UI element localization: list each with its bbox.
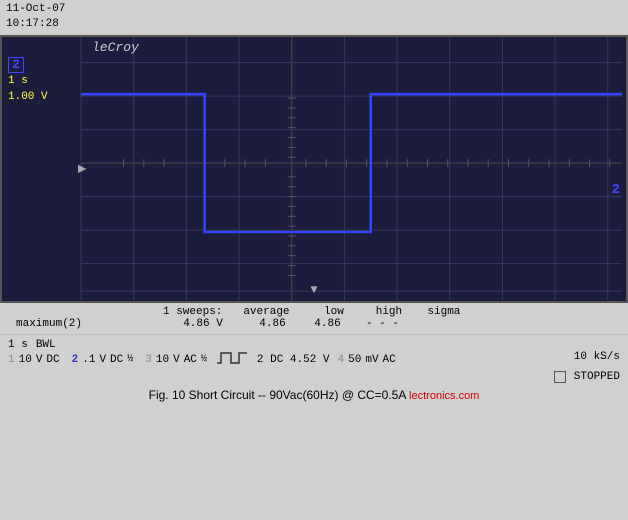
status-row: STOPPED (8, 371, 620, 383)
ch2-voltage: .1 (82, 354, 95, 366)
sweeps-label: 1 sweeps: (163, 306, 222, 318)
timebase-value: 1 s BWL (8, 339, 56, 351)
ch2-coupling: DC (110, 354, 123, 366)
channel-info-overlay: 2 1 s 1.00 V (8, 57, 48, 106)
bwl-label: BWL (36, 339, 56, 351)
average-header: average (226, 306, 306, 318)
scope-outer: 2 1 s 1.00 V leCroy ▶ ▼ 2 (0, 35, 628, 303)
stopped-label: STOPPED (574, 371, 620, 383)
trigger-arrow-bottom: ▼ (310, 283, 317, 297)
ch4-unit: mV (365, 354, 378, 366)
ch4-row: 4 50 mV AC (338, 354, 396, 366)
ch2-right-label: 2 (612, 182, 620, 198)
scope-svg (2, 37, 626, 301)
datetime: 11-Oct-07 10:17:28 (6, 2, 65, 33)
channel-number-badge: 2 (8, 57, 24, 73)
ch1-number: 1 (8, 354, 15, 366)
ch1-voltage: 10 (19, 354, 32, 366)
trigger-info: 2 DC 4.52 V (257, 354, 330, 366)
average-value: 4.86 V (161, 318, 245, 330)
timebase-display: 1 s (8, 339, 28, 351)
sigma-header: sigma (416, 306, 471, 318)
measurement-label: maximum(2) (16, 318, 161, 330)
scope-screen: leCroy ▶ ▼ 2 (0, 35, 628, 303)
ch4-voltage: 50 (348, 354, 361, 366)
brand-label: leCroy (92, 40, 139, 55)
ch3-coupling: AC (184, 354, 197, 366)
bottom-panel: 1 s BWL 1 10 V DC 2 .1 V DC ½ 3 10 V AC … (0, 334, 628, 385)
ch1-coupling: DC (46, 354, 59, 366)
ch3-unit: V (173, 354, 180, 366)
stopped-checkbox[interactable] (554, 371, 566, 383)
square-wave-icon (217, 351, 247, 369)
sigma-value: - - - (355, 318, 410, 330)
stats-section: 1 sweeps: average low high sigma maximum… (0, 303, 628, 330)
time: 10:17:28 (6, 17, 65, 32)
stats-header-row: 1 sweeps: average low high sigma (8, 306, 620, 318)
ch3-bw: ½ (201, 354, 207, 365)
stats-values-row: maximum(2) 4.86 V 4.86 4.86 - - - (8, 318, 620, 330)
ch4-coupling: AC (383, 354, 396, 366)
low-value: 4.86 (245, 318, 300, 330)
top-bar: 11-Oct-07 10:17:28 (0, 0, 628, 35)
high-header: high (361, 306, 416, 318)
high-value: 4.86 (300, 318, 355, 330)
voltage-label: 1.00 V (8, 89, 48, 106)
date: 11-Oct-07 (6, 2, 65, 17)
trigger-arrow-left: ▶ (78, 160, 86, 177)
fig-caption: Fig. 10 Short Circuit -- 90Vac(60Hz) @ C… (0, 385, 628, 403)
watermark: lectronics.com (409, 390, 479, 402)
low-header: low (306, 306, 361, 318)
ch1-unit: V (36, 354, 43, 366)
timebase-label: 1 s (8, 73, 48, 90)
ch2-bw: ½ (127, 354, 133, 365)
caption-text: Fig. 10 Short Circuit -- 90Vac(60Hz) @ C… (149, 388, 406, 402)
ch3-voltage: 10 (156, 354, 169, 366)
bwl-row: 1 s BWL (8, 339, 620, 351)
sample-rate: 10 kS/s (574, 351, 620, 363)
channels-row: 1 10 V DC 2 .1 V DC ½ 3 10 V AC ½ 2 DC 4… (8, 351, 620, 369)
ch2-unit: V (99, 354, 106, 366)
ch2-number: 2 (72, 354, 79, 366)
ch4-number: 4 (338, 354, 345, 366)
ch3-number: 3 (145, 354, 152, 366)
